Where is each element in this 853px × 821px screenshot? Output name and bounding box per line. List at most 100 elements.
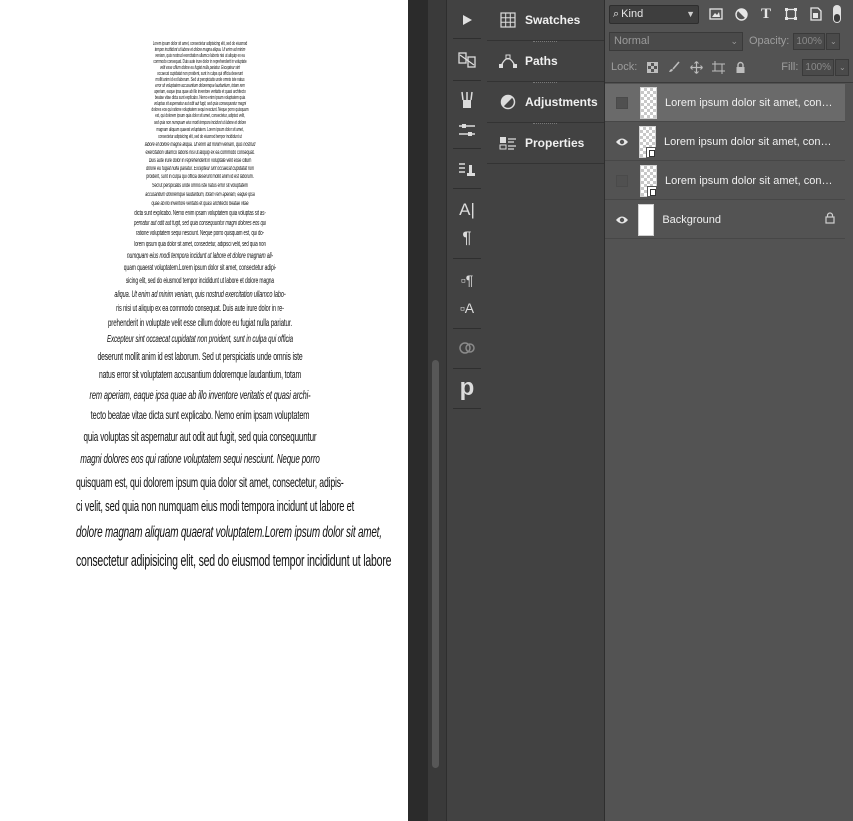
- canvas-text-line: magnam aliquam quaerat voluptatem. Lorem…: [156, 127, 244, 133]
- character-styles-icon[interactable]: ▫A: [447, 292, 487, 324]
- lock-icon[interactable]: [825, 211, 835, 229]
- half-circle-icon: [496, 92, 520, 112]
- panel-adjustments[interactable]: Adjustments: [487, 82, 604, 123]
- visibility-toggle[interactable]: [616, 174, 628, 187]
- filter-adjustment-icon[interactable]: [733, 6, 749, 22]
- canvas-text-line: tecto beatae vitae dicta sunt explicabo.…: [90, 408, 310, 422]
- panel-paths[interactable]: Paths: [487, 41, 604, 82]
- canvas-text-line: proident, sunt in culpa qui officia dese…: [146, 174, 254, 180]
- layers-panel: ⌕ Kind ▼ T Normal ⌄ Opacity: 100% ⌄ Lock…: [605, 0, 853, 821]
- scrollbar-thumb[interactable]: [432, 360, 439, 768]
- grid-icon: [496, 10, 520, 30]
- lock-all-icon[interactable]: [733, 60, 747, 74]
- fill-input[interactable]: 100%: [802, 58, 835, 76]
- canvas-text-line: consectetur adipisicing elit, sed do eiu…: [158, 134, 242, 140]
- panel-properties[interactable]: Properties: [487, 123, 604, 164]
- brush-presets-icon[interactable]: [447, 84, 487, 116]
- vertical-scrollbar[interactable]: [428, 0, 446, 821]
- lock-image-brush-icon[interactable]: [667, 60, 681, 74]
- filter-smart-object-icon[interactable]: [808, 6, 824, 22]
- filter-pixel-icon[interactable]: [708, 6, 724, 22]
- canvas-text-line: aliqua. Ut enim ad minim veniam, quis no…: [114, 289, 286, 299]
- canvas-text-line: rem aperiam, eaque ipsa quae ab illo inv…: [89, 388, 311, 402]
- canvas-text-line: Excepteur sint occaecat cupidatat non pr…: [106, 334, 294, 345]
- filter-type-icon[interactable]: T: [758, 6, 774, 22]
- canvas-text-line: Sed ut perspiciatis unde omnis iste natu…: [152, 183, 248, 189]
- canvas-text-line: exercitation ullamco laboris nisi ut ali…: [145, 150, 255, 156]
- filter-toggle-switch[interactable]: [833, 5, 841, 23]
- brush-settings-icon[interactable]: [447, 114, 487, 146]
- paragraph-icon[interactable]: ¶: [447, 222, 487, 254]
- document-canvas[interactable]: Lorem ipsum dolor sit amet, consectetur …: [0, 0, 408, 821]
- blend-row: Normal ⌄ Opacity: 100% ⌄: [605, 30, 853, 52]
- opacity-input[interactable]: 100%: [793, 32, 826, 50]
- glyphs-icon[interactable]: [447, 332, 487, 364]
- canvas-text-line: magni dolores eos qui ratione voluptatem…: [80, 451, 320, 466]
- paragraph-p-icon[interactable]: p: [447, 372, 487, 404]
- panel-separator: [408, 0, 428, 821]
- canvas-text-line: accusantium doloremque laudantium, totam…: [145, 192, 255, 198]
- canvas-text-line: sed quia non numquam eius modi tempora i…: [153, 120, 247, 126]
- canvas-text-line: sicing elit, sed do eiusmod tempor incid…: [125, 276, 275, 285]
- canvas-text-line: deserunt mollit anim id est laborum. Sed…: [97, 351, 303, 363]
- canvas-text-line: consectetur adipisicing elit, sed do eiu…: [76, 551, 392, 570]
- layer-name: Lorem ipsum dolor sit amet, consectetur …: [664, 135, 836, 148]
- eye-icon[interactable]: [614, 135, 630, 149]
- filter-kind-select[interactable]: ⌕ Kind ▼: [609, 4, 699, 24]
- canvas-text-line: lorem ipsum quia dolor sit amet, consect…: [134, 241, 266, 248]
- lock-artboard-icon[interactable]: [711, 60, 725, 74]
- canvas-text-line: ris nisi ut aliquip ex ea commodo conseq…: [116, 303, 284, 313]
- canvas-text-line: ci velit, sed quia non numquam eius modi…: [76, 498, 355, 515]
- layer-thumbnail: [638, 203, 655, 236]
- layer-row[interactable]: Lorem ipsum dolor sit amet, consectetur …: [605, 123, 845, 161]
- layer-name: Background: [662, 213, 722, 226]
- layer-name: Lorem ipsum dolor sit amet, consectetur …: [665, 174, 837, 187]
- lock-transparent-icon[interactable]: [645, 60, 659, 74]
- filter-shape-icon[interactable]: [783, 6, 799, 22]
- layer-row[interactable]: Background: [605, 201, 845, 239]
- canvas-text-line: ratione voluptatem sequi nesciunt. Neque…: [135, 230, 264, 237]
- fill-dropdown-icon[interactable]: ⌄: [835, 58, 850, 76]
- canvas-text-line: dicta sunt explicabo. Nemo enim ipsam vo…: [134, 210, 266, 217]
- fill-label: Fill:: [781, 61, 799, 73]
- canvas-text-line: pernatur aut odit aut fugit, sed quia co…: [133, 220, 267, 227]
- lock-position-move-icon[interactable]: [689, 60, 703, 74]
- canvas-text-line: numquam eius modi tempora incidunt ut la…: [126, 251, 274, 260]
- lock-label: Lock:: [611, 61, 638, 73]
- canvas-text-line: Duis aute irure dolor in reprehenderit i…: [148, 158, 252, 164]
- chevron-down-icon: ⌄: [730, 35, 738, 46]
- layer-row[interactable]: Lorem ipsum dolor sit amet, consectetur …: [605, 162, 845, 200]
- smart-object-badge-icon: [646, 146, 656, 158]
- panel-icon-column: A| ¶ ▫¶ ▫A p: [446, 0, 488, 821]
- canvas-text-line: quam quaerat voluptatem.Lorem ipsum dolo…: [123, 263, 277, 272]
- layer-name: Lorem ipsum dolor sit amet, consectetur …: [665, 96, 837, 109]
- canvas-text-line: quae ab illo inventore veritatis et quas…: [151, 201, 249, 207]
- properties-icon: [496, 133, 520, 153]
- layer-thumbnail: [640, 86, 657, 119]
- layer-row[interactable]: Lorem ipsum dolor sit amet, consectetur …: [605, 84, 845, 122]
- smart-object-badge-icon: [647, 185, 657, 197]
- collapsed-panels: Swatches Paths Adjustments Properties: [487, 0, 605, 821]
- canvas-text-line: quisquam est, qui dolorem ipsum quia dol…: [76, 474, 344, 490]
- tool-presets-icon[interactable]: [447, 154, 487, 186]
- pen-path-icon: [496, 51, 520, 71]
- canvas-text-line: prehenderit in voluptate velit esse cill…: [107, 318, 293, 329]
- visibility-toggle[interactable]: [616, 96, 628, 109]
- opacity-label: Opacity:: [749, 35, 790, 47]
- panel-swatches[interactable]: Swatches: [487, 0, 604, 41]
- canvas-text-line: natus error sit voluptatem accusantium d…: [98, 369, 302, 381]
- chevron-down-icon: ▼: [686, 9, 695, 19]
- canvas-text-line: dolore eu fugiat nulla pariatur. Excepte…: [146, 166, 254, 172]
- layer-filter-row: ⌕ Kind ▼ T: [605, 2, 853, 26]
- search-icon: ⌕: [613, 7, 620, 20]
- opacity-dropdown-icon[interactable]: ⌄: [826, 32, 841, 50]
- canvas-text-line: labore et dolore magna aliqua. Ut enim a…: [144, 142, 256, 148]
- clone-source-icon[interactable]: [447, 44, 487, 76]
- canvas-text-line: dolore magnam aliquam quaerat voluptatem…: [76, 524, 382, 541]
- canvas-text-block: Lorem ipsum dolor sit amet, consectetur …: [0, 42, 400, 570]
- canvas-text-line: est, qui dolorem ipsum quia dolor sit am…: [155, 113, 245, 119]
- canvas-text-line: quia voluptas sit aspernatur aut odit au…: [83, 429, 317, 444]
- blend-mode-select[interactable]: Normal ⌄: [609, 31, 743, 51]
- play-action-icon[interactable]: [447, 4, 487, 36]
- eye-icon[interactable]: [614, 213, 629, 227]
